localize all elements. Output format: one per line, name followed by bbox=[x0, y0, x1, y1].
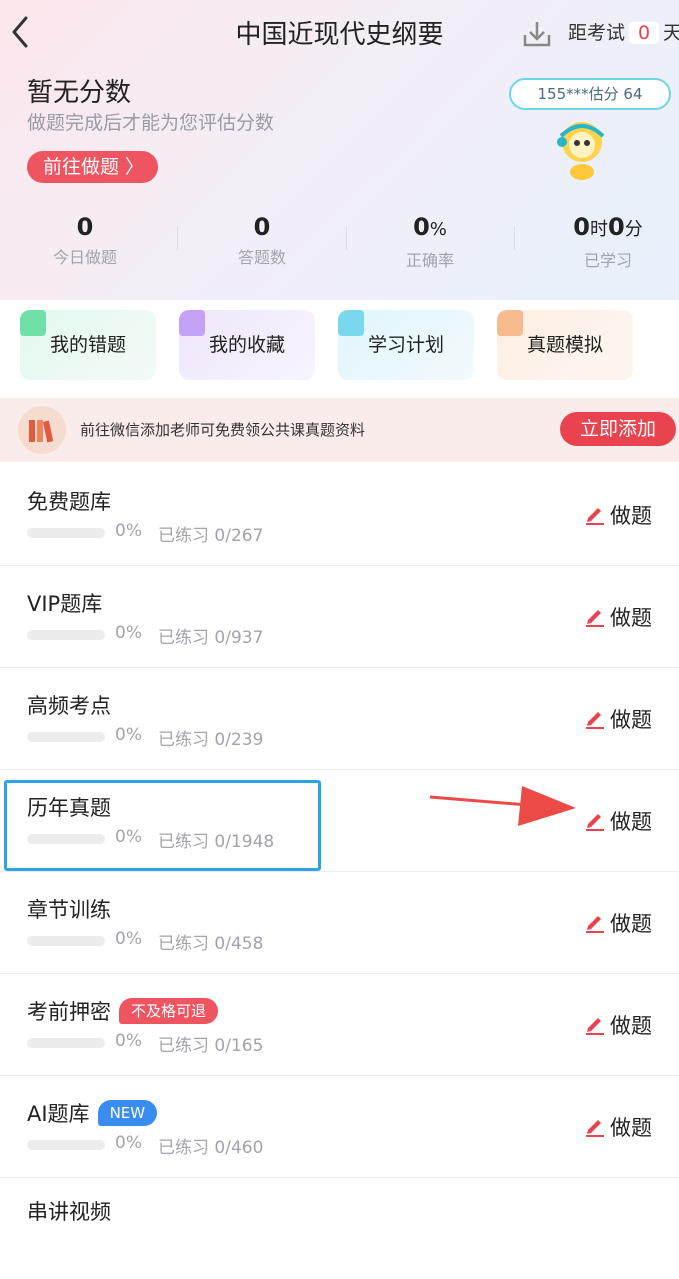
mock-exam-icon bbox=[497, 310, 523, 336]
progress-count: 已练习 0/165 bbox=[158, 1036, 264, 1056]
divider bbox=[514, 226, 515, 250]
edit-icon bbox=[586, 1018, 604, 1035]
progress-bar bbox=[27, 630, 105, 640]
mistakes-icon bbox=[20, 310, 46, 336]
practice-button[interactable]: 做题 bbox=[584, 704, 652, 734]
exam-days: 0 bbox=[629, 22, 660, 44]
add-now-button[interactable]: 立即添加 bbox=[560, 412, 676, 446]
practice-button[interactable]: 做题 bbox=[584, 1112, 652, 1142]
progress-bar bbox=[27, 1140, 105, 1150]
bank-name: 串讲视频 bbox=[27, 1200, 111, 1224]
divider bbox=[177, 226, 178, 250]
top-bar: 中国近现代史纲要 距考试 0 天 bbox=[0, 0, 679, 68]
download-icon[interactable] bbox=[522, 20, 552, 48]
go-practice-button[interactable]: 前往做题 〉 bbox=[27, 151, 159, 183]
progress-count: 已练习 0/458 bbox=[158, 934, 264, 954]
mascot-icon bbox=[557, 122, 605, 180]
bank-row-video[interactable]: 串讲视频 bbox=[0, 1178, 679, 1279]
progress-percent: 0% bbox=[115, 929, 142, 949]
score-heading: 暂无分数 bbox=[27, 78, 132, 108]
practice-button[interactable]: 做题 bbox=[584, 908, 652, 938]
progress-bar bbox=[27, 732, 105, 742]
banner-text: 前往微信添加老师可免费领公共课真题资料 bbox=[80, 421, 366, 439]
new-badge: NEW bbox=[97, 1100, 158, 1126]
refund-badge: 不及格可退 bbox=[119, 998, 219, 1024]
bank-row-vip: VIP题库 0% 已练习 0/937 做题 bbox=[0, 566, 679, 668]
progress-bar bbox=[27, 1038, 105, 1048]
progress-bar bbox=[27, 936, 105, 946]
mock-exam-card[interactable]: 真题模拟 bbox=[497, 310, 633, 380]
annotation-arrow-icon bbox=[429, 786, 576, 826]
progress-percent: 0% bbox=[115, 1031, 142, 1051]
progress-percent: 0% bbox=[115, 1133, 142, 1153]
progress-bar bbox=[27, 528, 105, 538]
score-subtext: 做题完成后才能为您评估分数 bbox=[27, 112, 275, 134]
books-icon bbox=[18, 406, 66, 454]
edit-icon bbox=[586, 508, 604, 525]
bank-name: AI题库 NEW bbox=[27, 1098, 158, 1128]
progress-percent: 0% bbox=[115, 725, 142, 745]
favorites-card[interactable]: 我的收藏 bbox=[179, 310, 315, 380]
bank-row-pre-exam: 考前押密 不及格可退 0% 已练习 0/165 做题 bbox=[0, 974, 679, 1076]
practice-button[interactable]: 做题 bbox=[584, 806, 652, 836]
edit-icon bbox=[586, 712, 604, 729]
estimate-bubble: 155***估分 64 bbox=[509, 78, 671, 110]
stat-accuracy: 0% 正确率 bbox=[405, 213, 454, 270]
progress-percent: 0% bbox=[115, 623, 142, 643]
bank-row-ai: AI题库 NEW 0% 已练习 0/460 做题 bbox=[0, 1076, 679, 1178]
edit-icon bbox=[586, 610, 604, 627]
study-plan-icon bbox=[338, 310, 364, 336]
study-plan-card[interactable]: 学习计划 bbox=[338, 310, 474, 380]
progress-percent: 0% bbox=[115, 521, 142, 541]
edit-icon bbox=[586, 916, 604, 933]
bank-name: 考前押密 不及格可退 bbox=[27, 996, 219, 1026]
bank-name: 高频考点 bbox=[27, 694, 111, 718]
edit-icon bbox=[586, 814, 604, 831]
stat-answers: 0 答题数 bbox=[237, 213, 286, 267]
stat-today: 0 今日做题 bbox=[52, 213, 117, 267]
exam-countdown: 距考试 0 天 bbox=[568, 22, 679, 44]
highlight-box bbox=[4, 780, 321, 871]
bank-name: 章节训练 bbox=[27, 898, 111, 922]
bank-row-free: 免费题库 0% 已练习 0/267 做题 bbox=[0, 464, 679, 566]
bank-name: VIP题库 bbox=[27, 592, 103, 616]
bank-row-chapter: 章节训练 0% 已练习 0/458 做题 bbox=[0, 872, 679, 974]
bank-row-frequent: 高频考点 0% 已练习 0/239 做题 bbox=[0, 668, 679, 770]
wechat-banner: 前往微信添加老师可免费领公共课真题资料 立即添加 bbox=[0, 398, 679, 462]
progress-count: 已练习 0/267 bbox=[158, 526, 264, 546]
divider bbox=[346, 226, 347, 250]
stat-study-time: 0时0分 已学习 bbox=[573, 213, 643, 270]
practice-button[interactable]: 做题 bbox=[584, 602, 652, 632]
favorites-icon bbox=[179, 310, 205, 336]
edit-icon bbox=[586, 1120, 604, 1137]
progress-count: 已练习 0/937 bbox=[158, 628, 264, 648]
mistakes-card[interactable]: 我的错题 bbox=[20, 310, 156, 380]
practice-button[interactable]: 做题 bbox=[584, 500, 652, 530]
progress-count: 已练习 0/239 bbox=[158, 730, 264, 750]
bank-name: 免费题库 bbox=[27, 490, 111, 514]
practice-button[interactable]: 做题 bbox=[584, 1010, 652, 1040]
progress-count: 已练习 0/460 bbox=[158, 1138, 264, 1158]
